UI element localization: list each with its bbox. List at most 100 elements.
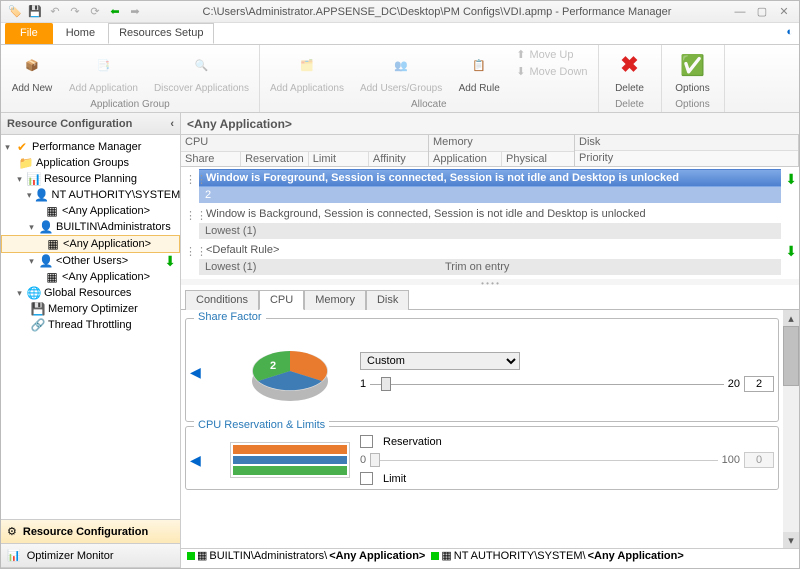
rule-row-default[interactable]: ⋮⋮ <Default Rule> Lowest (1) Trim on ent…	[199, 241, 781, 275]
move-down-label: Move Down	[529, 66, 587, 78]
tree-label: Performance Manager	[32, 141, 141, 153]
share-factor-group: Share Factor ◀ 2 Custom	[185, 318, 779, 422]
tree-thread-throttling[interactable]: 🔗Thread Throttling	[1, 317, 180, 333]
slider-min: 1	[360, 378, 366, 390]
tree-user-other[interactable]: ▾👤<Other Users>⬇	[1, 253, 180, 269]
panel-optimizer-monitor[interactable]: 📊Optimizer Monitor	[1, 544, 180, 568]
square-icon	[187, 552, 195, 560]
rule-share-value: Lowest (1)	[205, 261, 445, 273]
col-physical[interactable]: Physical	[501, 151, 574, 166]
slider-thumb[interactable]	[381, 377, 391, 391]
limit-checkbox[interactable]	[360, 472, 373, 485]
tab-resources-setup[interactable]: Resources Setup	[108, 23, 214, 44]
back-icon[interactable]: ⬅	[107, 4, 123, 20]
ribbon-group-delete: ✖ Delete Delete	[599, 45, 662, 112]
share-mode-select[interactable]: Custom	[360, 352, 520, 370]
help-icon[interactable]: ◐	[786, 26, 793, 38]
options-button[interactable]: ✅ Options	[668, 47, 718, 96]
col-reservation[interactable]: Reservation	[240, 151, 308, 166]
rule-row-selected[interactable]: ⋮⋮ Window is Foreground, Session is conn…	[199, 169, 781, 203]
tab-conditions[interactable]: Conditions	[185, 290, 259, 310]
drag-handle-icon[interactable]: ⋮⋮	[185, 173, 207, 186]
add-application-icon: 📑	[87, 49, 119, 81]
add-new-icon: 📦	[16, 49, 48, 81]
rule-share-value: Lowest (1)	[199, 223, 781, 239]
collapse-icon[interactable]: ‹	[170, 118, 174, 130]
rule-trim-value: Trim on entry	[445, 261, 575, 273]
reservation-slider[interactable]: 0 100	[360, 452, 774, 468]
tree-app-groups[interactable]: 📁Application Groups	[1, 155, 180, 171]
tree-user-builtin-admin[interactable]: ▾👤BUILTIN\Administrators	[1, 219, 180, 235]
reservation-checkbox[interactable]	[360, 435, 373, 448]
tab-cpu[interactable]: CPU	[259, 290, 304, 310]
scroll-thumb[interactable]	[783, 326, 799, 386]
col-disk[interactable]: Disk	[575, 135, 798, 150]
panel-resource-configuration[interactable]: ⚙Resource Configuration	[1, 520, 180, 544]
slider-thumb[interactable]	[370, 453, 380, 467]
tree-any-app-selected[interactable]: ▦<Any Application>	[1, 235, 180, 253]
tab-content-cpu: ▴ ▾ Share Factor ◀ 2	[181, 310, 799, 548]
check-icon: ✔	[15, 140, 29, 154]
col-share[interactable]: Share	[181, 151, 240, 166]
scrollbar[interactable]: ▴ ▾	[783, 310, 799, 548]
add-rule-icon: 📋	[463, 49, 495, 81]
status-app: <Any Application>	[588, 550, 684, 562]
col-affinity[interactable]: Affinity	[368, 151, 428, 166]
undo-icon[interactable]: ↶	[47, 4, 63, 20]
tab-file[interactable]: File	[5, 23, 53, 44]
sidebar: Resource Configuration ‹ ▾✔Performance M…	[1, 113, 181, 568]
move-left-icon[interactable]: ◀	[190, 452, 220, 469]
table-headers: CPU Share Reservation Limit Affinity Mem…	[181, 135, 799, 167]
panel-label: Resource Configuration	[23, 526, 148, 538]
tree-any-app-3[interactable]: ▦<Any Application>	[1, 269, 180, 285]
tree-resource-planning[interactable]: ▾📊Resource Planning	[1, 171, 180, 187]
slider-max: 20	[728, 378, 740, 390]
refresh-icon[interactable]: ⟳	[87, 4, 103, 20]
tab-memory[interactable]: Memory	[304, 290, 366, 310]
ribbon-tab-strip: File Home Resources Setup ◐	[1, 23, 799, 45]
save-icon[interactable]: 💾	[27, 4, 43, 20]
minimize-icon[interactable]: —	[731, 4, 749, 20]
move-down-arrow-icon[interactable]: ⬇	[164, 253, 176, 270]
quick-access-toolbar: 🏷️ 💾 ↶ ↷ ⟳ ⬅ ➡	[1, 4, 149, 20]
tab-disk[interactable]: Disk	[366, 290, 409, 310]
redo-icon[interactable]: ↷	[67, 4, 83, 20]
fwd-icon[interactable]: ➡	[127, 4, 143, 20]
svg-text:2: 2	[270, 360, 276, 372]
add-rule-button[interactable]: 📋 Add Rule	[454, 47, 504, 96]
close-icon[interactable]: ✕	[775, 4, 793, 20]
user-icon: 👤	[35, 188, 49, 202]
tab-home[interactable]: Home	[55, 23, 106, 44]
app-icon: ▦	[45, 270, 59, 284]
col-application[interactable]: Application	[429, 151, 501, 166]
tree-label: Resource Planning	[44, 173, 137, 185]
move-down-arrow-icon[interactable]: ⬇	[785, 243, 797, 260]
tree-label: Thread Throttling	[48, 319, 132, 331]
col-priority[interactable]: Priority	[575, 150, 798, 166]
tree-global-resources[interactable]: ▾🌐Global Resources	[1, 285, 180, 301]
tree-user-nt-authority[interactable]: ▾👤NT AUTHORITY\SYSTEM	[1, 187, 180, 203]
ribbon-group-title: Application Group	[90, 97, 170, 110]
delete-button[interactable]: ✖ Delete	[605, 47, 655, 96]
move-down-arrow-icon[interactable]: ⬇	[785, 171, 797, 188]
col-memory[interactable]: Memory	[429, 135, 574, 151]
discover-icon: 🔍	[185, 49, 217, 81]
scroll-up-icon[interactable]: ▴	[783, 310, 799, 326]
drag-handle-icon[interactable]: ⋮⋮	[185, 245, 207, 258]
col-limit[interactable]: Limit	[308, 151, 368, 166]
tree-memory-optimizer[interactable]: 💾Memory Optimizer	[1, 301, 180, 317]
rule-row[interactable]: ⋮⋮ Window is Background, Session is conn…	[199, 205, 781, 239]
add-new-button[interactable]: 📦 Add New	[7, 47, 57, 96]
scroll-down-icon[interactable]: ▾	[783, 532, 799, 548]
share-value-input[interactable]	[744, 376, 774, 392]
col-cpu[interactable]: CPU	[181, 135, 428, 151]
reservation-value-input	[744, 452, 774, 468]
move-left-icon[interactable]: ◀	[190, 364, 220, 381]
tree-any-app-1[interactable]: ▦<Any Application>	[1, 203, 180, 219]
share-slider[interactable]: 1 20	[360, 376, 774, 392]
status-bar: ▦BUILTIN\Administrators\<Any Application…	[181, 548, 799, 568]
maximize-icon[interactable]: ▢	[753, 4, 771, 20]
limit-label: Limit	[383, 473, 406, 485]
tree-root[interactable]: ▾✔Performance Manager	[1, 139, 180, 155]
drag-handle-icon[interactable]: ⋮⋮	[185, 209, 207, 222]
